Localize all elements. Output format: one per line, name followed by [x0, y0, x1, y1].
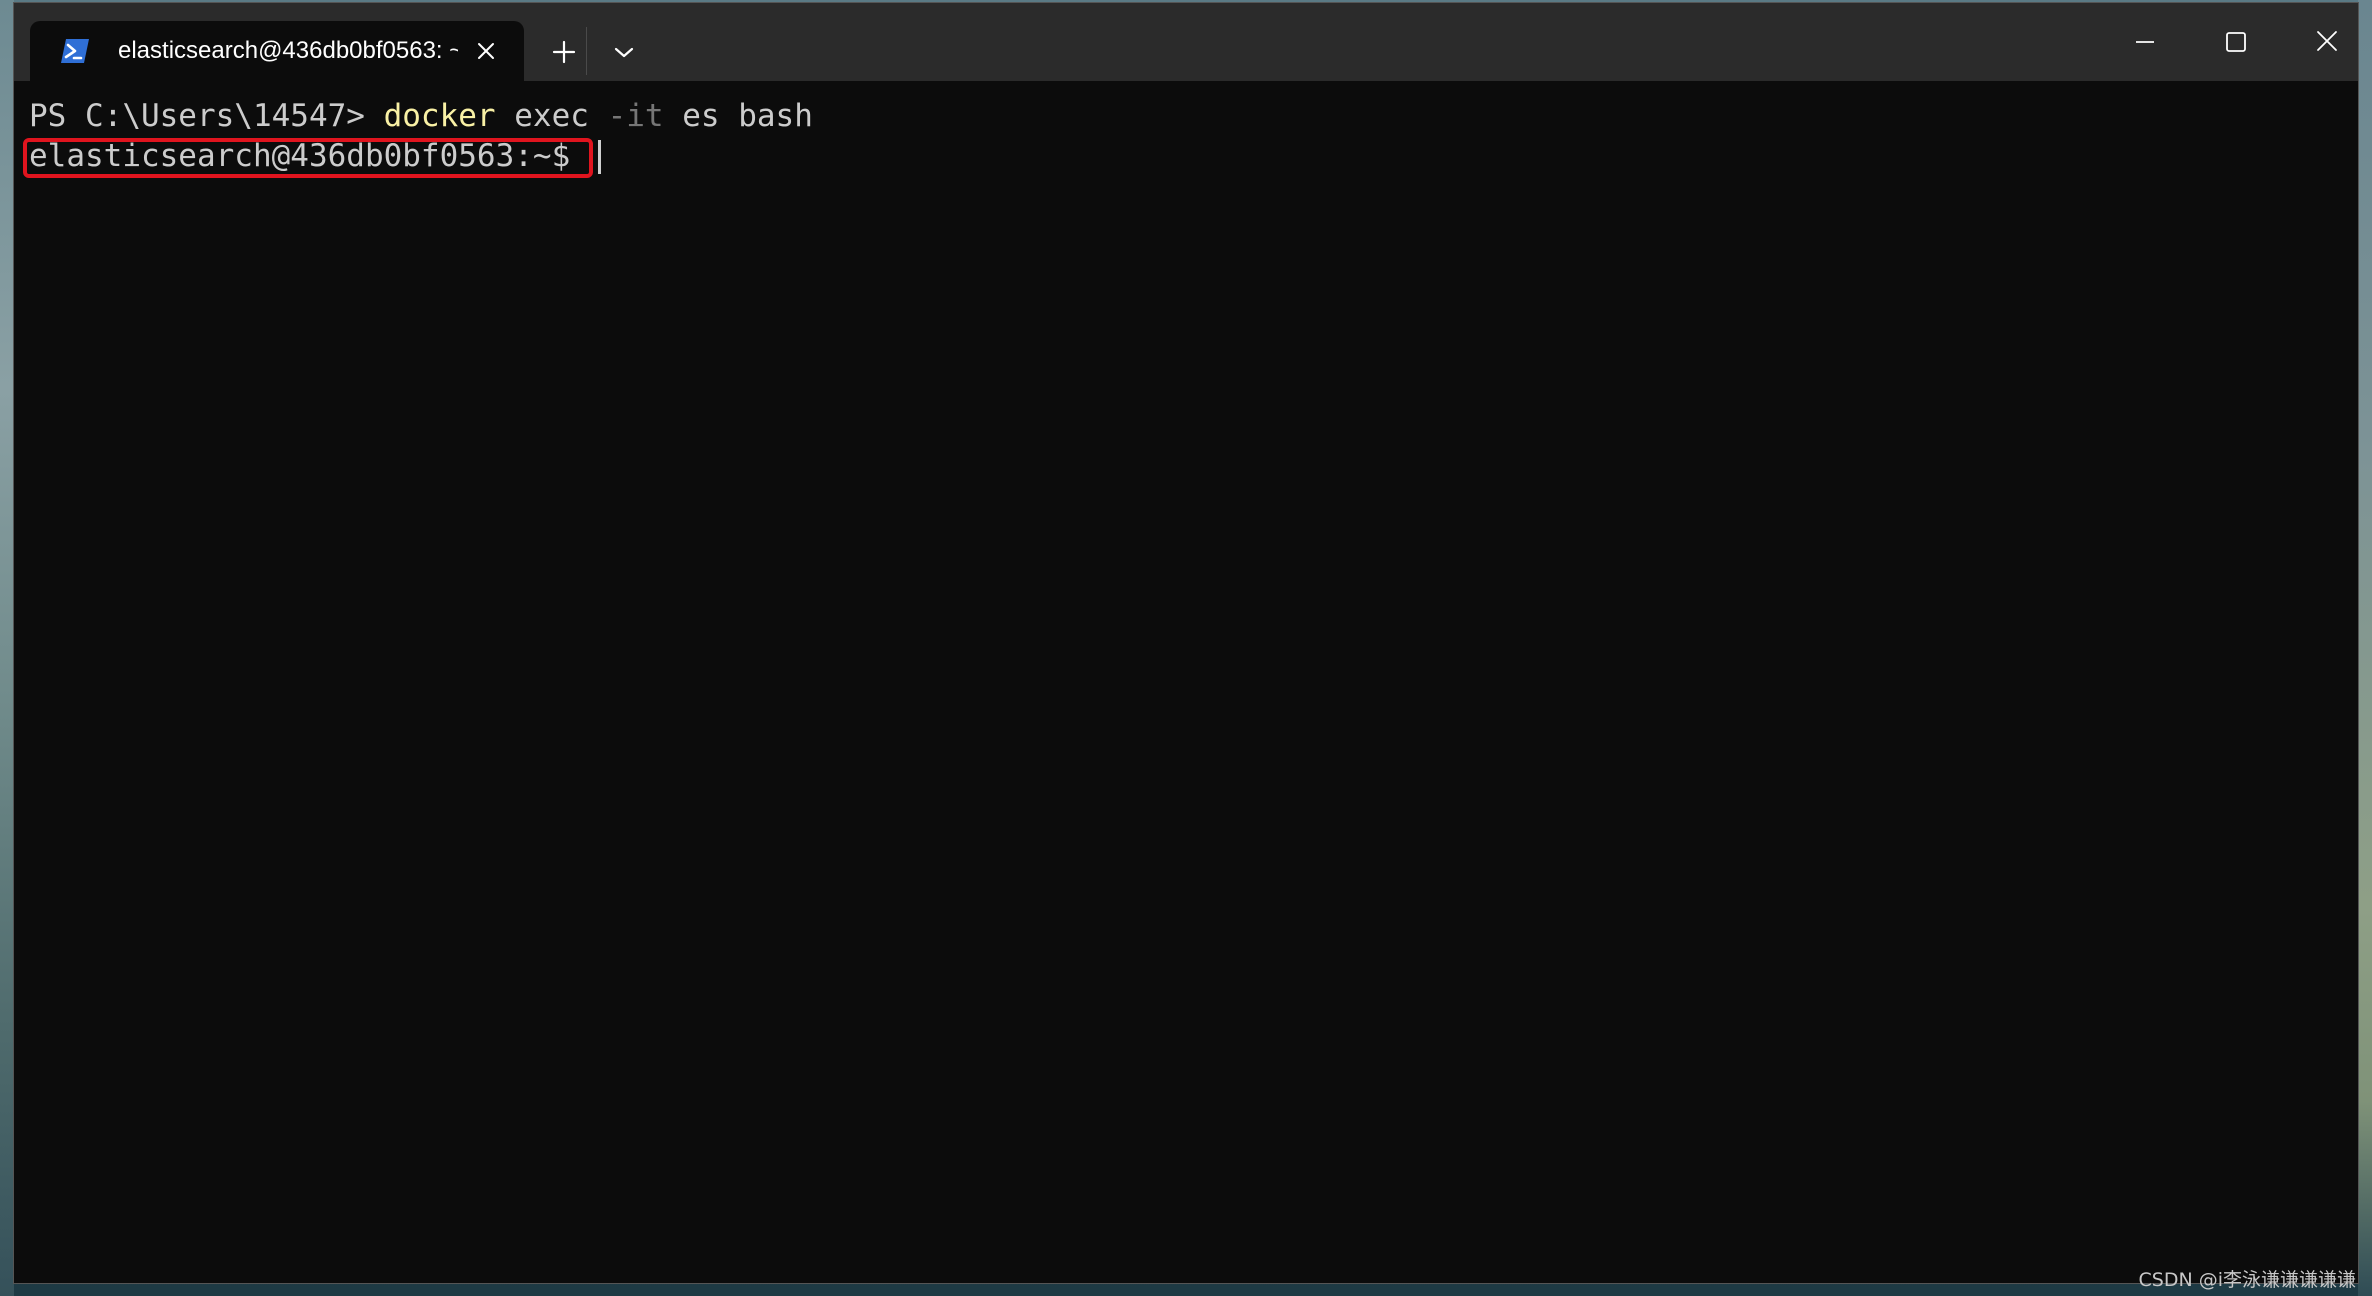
new-tab-button[interactable] — [534, 30, 594, 74]
chevron-down-icon — [614, 47, 634, 58]
desktop-left-edge — [0, 0, 14, 1296]
highlight-annotation-box — [23, 138, 593, 178]
maximize-icon — [2226, 32, 2246, 52]
terminal-window: elasticsearch@436db0bf0563: ~ PS C:\User… — [13, 2, 2359, 1284]
plus-icon — [552, 40, 576, 64]
close-window-button[interactable] — [2282, 13, 2372, 69]
terminal-line-command: PS C:\Users\14547> docker exec -it es ba… — [29, 96, 813, 136]
close-icon — [2317, 31, 2337, 51]
command-name: docker — [383, 98, 496, 134]
tab-close-icon[interactable] — [470, 35, 502, 67]
tab-title: elasticsearch@436db0bf0563: ~ — [118, 37, 458, 64]
title-bar[interactable]: elasticsearch@436db0bf0563: ~ — [14, 3, 2358, 81]
command-arg: exec — [495, 98, 608, 134]
tab-elasticsearch[interactable]: elasticsearch@436db0bf0563: ~ — [30, 21, 524, 81]
ps-prompt: PS C:\Users\14547> — [29, 98, 384, 134]
watermark: CSDN @i李泳谦谦谦谦谦 — [2138, 1269, 2357, 1291]
command-rest: es bash — [663, 98, 813, 134]
powershell-icon — [60, 38, 90, 64]
dropdown-button[interactable] — [594, 30, 654, 74]
text-cursor — [598, 140, 601, 174]
terminal-output[interactable]: PS C:\Users\14547> docker exec -it es ba… — [14, 81, 2358, 1283]
desktop-right-edge — [2358, 0, 2372, 1296]
maximize-button[interactable] — [2190, 13, 2280, 69]
minimize-button[interactable] — [2099, 13, 2189, 69]
command-flag: -it — [607, 98, 664, 134]
tab-separator — [586, 27, 587, 75]
